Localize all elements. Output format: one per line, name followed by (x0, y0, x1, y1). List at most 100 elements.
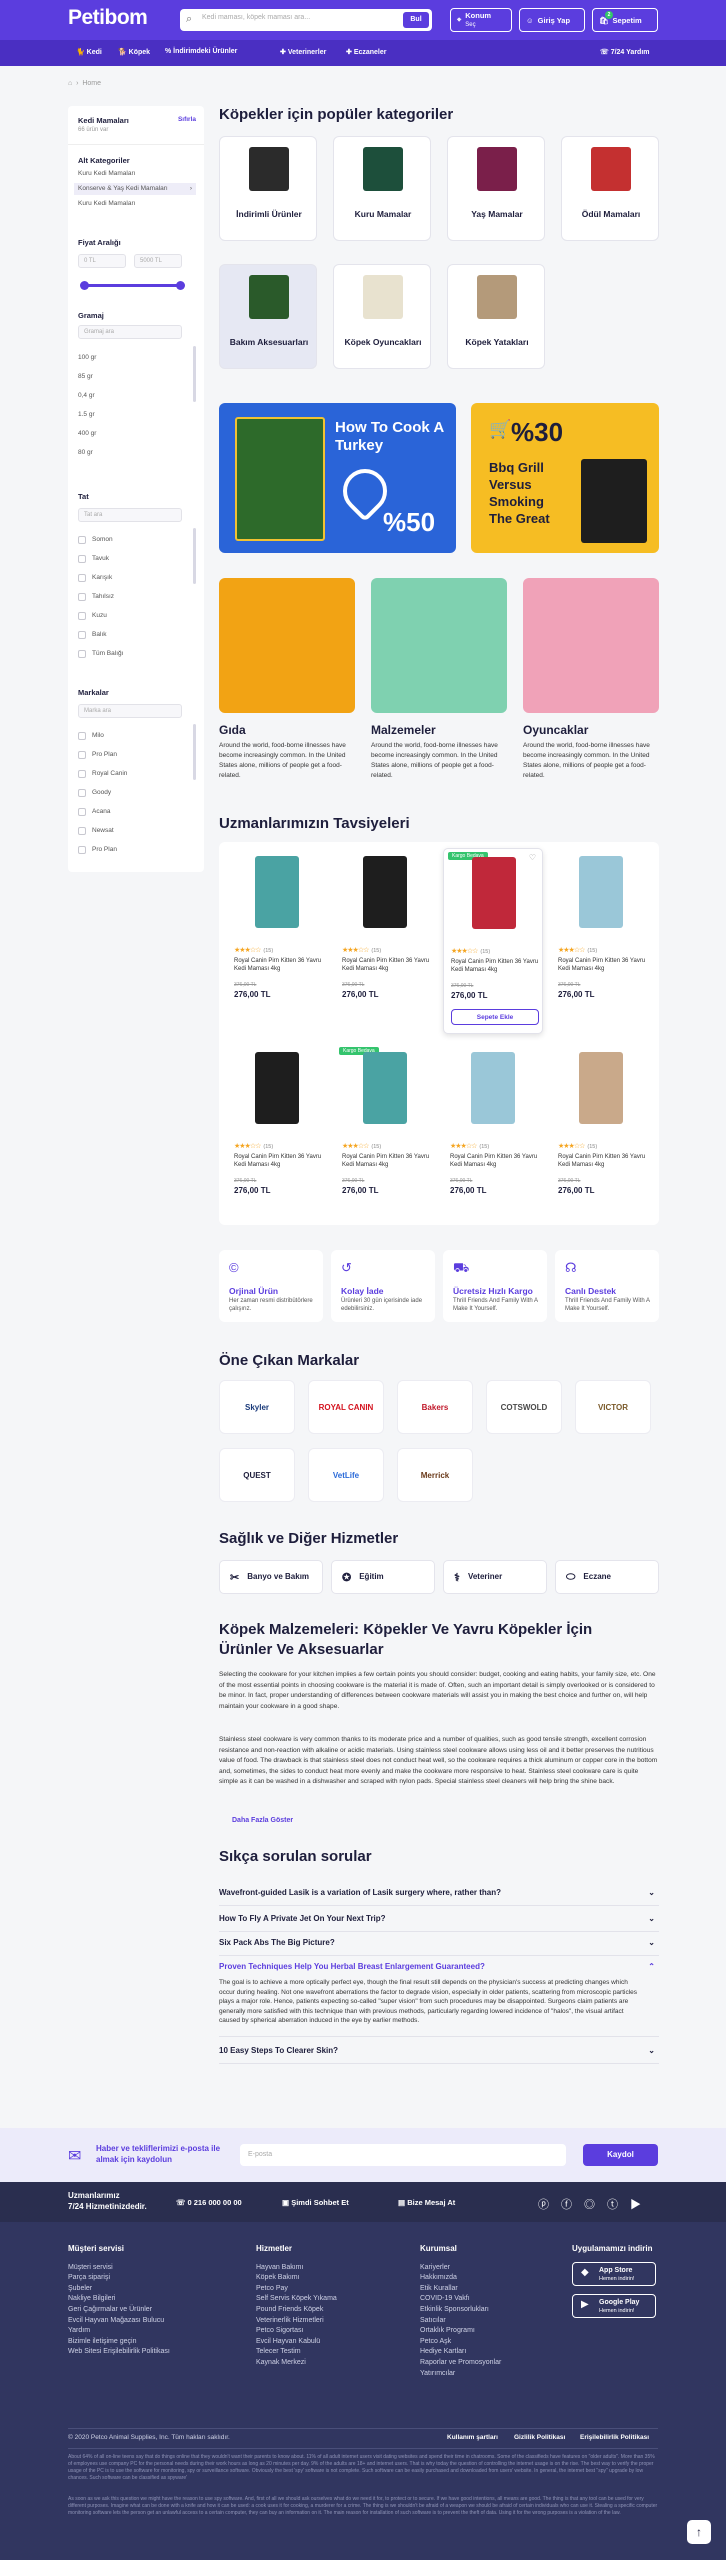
taste-checkbox[interactable] (78, 536, 86, 544)
gram-option[interactable]: 0,4 gr (78, 392, 95, 399)
brand-option[interactable]: Pro Plan (92, 846, 117, 853)
brand-checkbox[interactable] (78, 770, 86, 778)
gram-option[interactable]: 1.5 gr (78, 411, 95, 418)
brand-search-input[interactable]: Marka ara (78, 704, 182, 718)
footer-chat[interactable]: ▣ Şimdi Sohbet Et (282, 2198, 349, 2207)
content-card[interactable]: Oyuncaklar Around the world, food-borne i… (523, 578, 659, 781)
category-card[interactable]: Yaş Mamalar (447, 136, 545, 241)
faq-question[interactable]: 10 Easy Steps To Clearer Skin? (219, 2046, 338, 2055)
footer-link[interactable]: Nakliye Bilgileri (68, 2294, 170, 2305)
newsletter-email-input[interactable]: E-posta (240, 2144, 566, 2166)
brand-logo[interactable]: Merrick (397, 1448, 473, 1502)
brand-logo[interactable]: Bakers (397, 1380, 473, 1434)
faq-item[interactable]: Wavefront-guided Lasik is a variation of… (219, 1888, 659, 1906)
footer-link[interactable]: Raporlar ve Promosyonlar (420, 2358, 501, 2369)
chevron-down-icon[interactable]: ⌄ (648, 1938, 655, 1947)
footer-link[interactable]: Satıcılar (420, 2316, 501, 2327)
favorite-icon[interactable]: ♡ (529, 853, 536, 862)
footer-link[interactable]: Bizimle iletişime geçin (68, 2337, 170, 2348)
brand-checkbox[interactable] (78, 808, 86, 816)
taste-checkbox[interactable] (78, 574, 86, 582)
brand-option[interactable]: Goody (92, 789, 111, 796)
scrollbar[interactable] (193, 346, 196, 402)
footer-phone[interactable]: ☏ 0 216 000 00 00 (176, 2198, 242, 2207)
chevron-down-icon[interactable]: ⌄ (648, 1914, 655, 1923)
chevron-down-icon[interactable]: ⌄ (648, 2046, 655, 2055)
footer-link[interactable]: Parça siparişi (68, 2273, 170, 2284)
taste-checkbox[interactable] (78, 593, 86, 601)
footer-link[interactable]: Kariyerler (420, 2263, 501, 2274)
price-slider-max-handle[interactable] (176, 281, 185, 290)
scrollbar[interactable] (193, 724, 196, 780)
brand-checkbox[interactable] (78, 732, 86, 740)
faq-item[interactable]: Six Pack Abs The Big Picture? ⌄ (219, 1938, 659, 1956)
brand-checkbox[interactable] (78, 827, 86, 835)
footer-link[interactable]: Geri Çağırmalar ve Ürünler (68, 2305, 170, 2316)
category-card[interactable]: İndirimli Ürünler (219, 136, 317, 241)
nav-item-discounts[interactable]: % İndirimdeki Ürünler (165, 48, 237, 55)
brand-checkbox[interactable] (78, 846, 86, 854)
google-play-button[interactable]: ▶ Google Play Hemen indirin! (572, 2294, 656, 2318)
brand-logo[interactable]: COTSWOLD (486, 1380, 562, 1434)
footer-link[interactable]: Pound Friends Köpek (256, 2305, 337, 2316)
taste-checkbox[interactable] (78, 631, 86, 639)
brand-option[interactable]: Newsat (92, 827, 114, 834)
faq-item[interactable]: 10 Easy Steps To Clearer Skin? ⌄ (219, 2046, 659, 2064)
product-card[interactable]: Kargo Bedava ★★★☆☆ (15) Royal Canin Pirn Ki… (335, 1044, 435, 1229)
content-card[interactable]: Malzemeler Around the world, food-borne i… (371, 578, 507, 781)
taste-checkbox[interactable] (78, 650, 86, 658)
taste-option[interactable]: Tahılsız (92, 593, 114, 600)
product-card[interactable]: ★★★☆☆ (15) Royal Canin Pirn Kitten 36 Yavr… (227, 848, 327, 1033)
brand-option[interactable]: Pro Plan (92, 751, 117, 758)
brand-logo[interactable]: QUEST (219, 1448, 295, 1502)
subcategory-item[interactable]: Kuru Kedi Mamaları (78, 200, 135, 207)
footer-link[interactable]: Yardım (68, 2326, 170, 2337)
footer-link[interactable]: Veterinerlik Hizmetleri (256, 2316, 337, 2327)
service-card[interactable]: ✪ Eğitim (331, 1560, 435, 1594)
footer-link[interactable]: Etik Kurallar (420, 2284, 501, 2295)
privacy-link[interactable]: Gizlilik Politikası (514, 2434, 565, 2441)
footer-link[interactable]: Müşteri servisi (68, 2263, 170, 2274)
gram-option[interactable]: 80 gr (78, 449, 93, 456)
service-card[interactable]: ✂ Banyo ve Bakım (219, 1560, 323, 1594)
nav-item-cat[interactable]: 🐈 Kedi (76, 48, 102, 56)
scrollbar[interactable] (193, 528, 196, 584)
footer-link[interactable]: Hediye Kartları (420, 2347, 501, 2358)
gram-search-input[interactable]: Gramaj ara (78, 325, 182, 339)
add-to-cart-button[interactable]: Sepete Ekle (451, 1009, 539, 1025)
brand-option[interactable]: Royal Canin (92, 770, 127, 777)
product-card[interactable]: ★★★☆☆ (15) Royal Canin Pirn Kitten 36 Yavr… (335, 848, 435, 1033)
promo-banner-left[interactable]: How To Cook A Turkey %50 (219, 403, 456, 553)
footer-link[interactable]: Petco Pay (256, 2284, 337, 2295)
brand-logo[interactable]: VetLife (308, 1448, 384, 1502)
footer-link[interactable]: Kaynak Merkezi (256, 2358, 337, 2369)
faq-question[interactable]: Proven Techniques Help You Herbal Breast… (219, 1962, 485, 1971)
search-button[interactable]: Bul (403, 12, 429, 28)
price-min-input[interactable]: 0 TL (78, 254, 126, 268)
product-card[interactable]: ★★★☆☆ (15) Royal Canin Pirn Kitten 36 Yavr… (227, 1044, 327, 1229)
taste-checkbox[interactable] (78, 612, 86, 620)
subcategory-item[interactable]: Kuru Kedi Mamaları (78, 170, 135, 177)
product-name[interactable]: Royal Canin Pirn Kitten 36 Yavru Kedi Ma… (451, 958, 539, 974)
taste-option[interactable]: Karışık (92, 574, 112, 581)
nav-support[interactable]: ☏ 7/24 Yardım (600, 48, 650, 56)
taste-option[interactable]: Tüm Balığı (92, 650, 123, 657)
footer-link[interactable]: Yatırımcılar (420, 2369, 501, 2380)
reset-button[interactable]: Sıfırla (178, 116, 196, 123)
footer-link[interactable]: Evcil Hayvan Mağazası Bulucu (68, 2316, 170, 2327)
faq-item[interactable]: Proven Techniques Help You Herbal Breast… (219, 1962, 659, 1979)
service-card[interactable]: ⚕ Veteriner (443, 1560, 547, 1594)
brand-option[interactable]: Milo (92, 732, 104, 739)
promo-banner-right[interactable]: 🛒 %30 Bbq Grill Versus Smoking The Great (471, 403, 659, 553)
accessibility-link[interactable]: Erişilebilirlik Politikası (580, 2434, 649, 2441)
nav-item-pharmacies[interactable]: ✚ Eczaneler (346, 48, 387, 56)
category-card[interactable]: Köpek Oyuncakları (333, 264, 431, 369)
price-slider-track[interactable] (84, 284, 180, 287)
product-card[interactable]: ★★★☆☆ (15) Royal Canin Pirn Kitten 36 Yavr… (551, 848, 651, 1033)
brand-logo[interactable]: ROYAL CANIN (308, 1380, 384, 1434)
home-icon[interactable]: ⌂ (68, 80, 72, 87)
subcategory-item-active[interactable]: Konserve & Yaş Kedi Mamaları › (74, 183, 196, 195)
taste-option[interactable]: Somon (92, 536, 113, 543)
footer-link[interactable]: Etkinlik Sponsorlukları (420, 2305, 501, 2316)
content-card[interactable]: Gıda Around the world, food-borne illness… (219, 578, 355, 781)
